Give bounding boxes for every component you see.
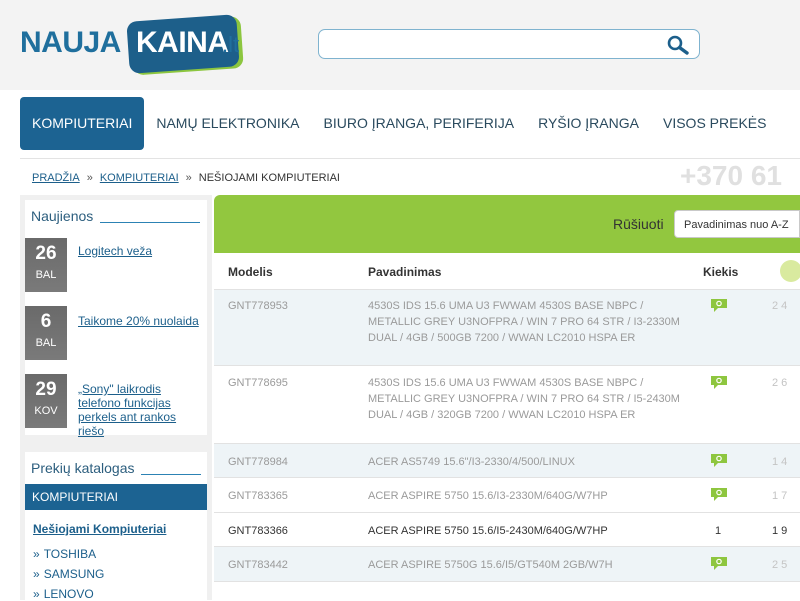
search-box — [318, 29, 700, 59]
column-header-modelis[interactable]: Modelis — [228, 265, 273, 279]
table-row[interactable]: GNT783442 ACER ASPIRE 5750G 15.6/I5/GT54… — [214, 547, 800, 582]
nav-item-biuro-iranga[interactable]: BIURO ĮRANGA, PERIFERIJA — [312, 97, 527, 150]
catalog-panel: Prekių katalogas KOMPIUTERIAI Nešiojami … — [25, 452, 207, 601]
catalog-brand-label: SAMSUNG — [43, 567, 105, 581]
catalog-brand-label: TOSHIBA — [43, 547, 97, 561]
breadcrumb: PRADŽIA » KOMPIUTERIAI » NEŠIOJAMI KOMPIUTER… — [32, 172, 340, 184]
news-panel: Naujienos 26 BAL Logitech veža 6 BAL Tai… — [25, 200, 207, 438]
breadcrumb-kompiuteriai[interactable]: KOMPIUTERIAI — [100, 172, 179, 184]
cell-model: GNT778695 — [228, 377, 288, 389]
date-badge: 6 BAL — [25, 306, 67, 360]
cell-model: GNT778984 — [228, 456, 288, 468]
catalog-title: Prekių katalogas — [31, 460, 135, 476]
nav-item-kompiuteriai[interactable]: KOMPIUTERIAI — [20, 97, 145, 150]
breadcrumb-separator: » — [185, 172, 192, 184]
date-day: 6 — [40, 311, 52, 332]
nav-item-rysio-iranga[interactable]: RYŠIO ĮRANGA — [526, 97, 651, 150]
catalog-brand[interactable]: » SAMSUNG — [33, 567, 104, 581]
cell-model: GNT783365 — [228, 490, 288, 502]
search-icon[interactable] — [667, 35, 689, 55]
catalog-active-category[interactable]: KOMPIUTERIAI — [25, 484, 207, 510]
chat-bubble-icon[interactable] — [710, 556, 728, 570]
table-header: Modelis Pavadinimas Kiekis — [214, 253, 800, 290]
main-content: Rūšiuoti Pavadinimas nuo A-Z Modelis Pav… — [214, 195, 800, 600]
nav-item-visos-prekes[interactable]: VISOS PREKĖS — [651, 97, 778, 150]
arrow-icon: » — [33, 567, 40, 581]
search-input[interactable] — [327, 34, 651, 56]
table-row[interactable]: GNT783365 ACER ASPIRE 5750 15.6/I3-2330M… — [214, 478, 800, 513]
cell-model: GNT778953 — [228, 300, 288, 312]
sort-label: Rūšiuoti — [613, 216, 664, 232]
sort-bar: Rūšiuoti Pavadinimas nuo A-Z — [214, 195, 800, 253]
date-month: BAL — [35, 269, 57, 281]
logo-text-suffix: .lt — [222, 32, 240, 57]
table-row[interactable]: GNT778695 4530S IDS 15.6 UMA U3 FWWAM 45… — [214, 366, 800, 444]
chat-bubble-icon[interactable] — [710, 375, 728, 389]
date-day: 26 — [35, 243, 57, 264]
date-badge: 26 BAL — [25, 238, 67, 292]
breadcrumb-current: NEŠIOJAMI KOMPIUTERIAI — [198, 172, 340, 184]
logo-text-kaina: KAINA — [136, 26, 229, 59]
cell-name: ACER AS5749 15.6"/I3-2330/4/500/LINUX — [368, 456, 575, 468]
sort-select[interactable]: Pavadinimas nuo A-Z — [674, 210, 800, 238]
cell-name: ACER ASPIRE 5750 15.6/I5-2430M/640G/W7HP — [368, 525, 608, 537]
cell-name: ACER ASPIRE 5750G 15.6/I5/GT540M 2GB/W7H — [368, 559, 613, 571]
cell-name: 4530S IDS 15.6 UMA U3 FWWAM 4530S BASE N… — [368, 377, 680, 421]
catalog-brand-label: LENOVO — [43, 587, 94, 601]
column-header-extra — [780, 260, 800, 282]
cell-extra: 1 7 — [772, 490, 788, 502]
catalog-brand[interactable]: » TOSHIBA — [33, 547, 96, 561]
chat-bubble-icon[interactable] — [710, 298, 728, 312]
breadcrumb-separator: » — [86, 172, 93, 184]
column-header-kiekis[interactable]: Kiekis — [703, 265, 738, 279]
cell-quantity: 1 — [715, 525, 722, 537]
logo-text-nauja: NAUJA — [20, 26, 121, 59]
arrow-icon: » — [33, 587, 40, 601]
breadcrumb-home[interactable]: PRADŽIA — [32, 172, 80, 184]
main-nav: KOMPIUTERIAI NAMŲ ELEKTRONIKA BIURO ĮRAN… — [20, 97, 778, 150]
news-title: Naujienos — [31, 208, 94, 224]
cell-extra: 2 6 — [772, 377, 788, 389]
news-link[interactable]: Logitech veža — [78, 244, 202, 258]
chat-bubble-icon[interactable] — [710, 487, 728, 501]
cell-name: ACER ASPIRE 5750 15.6/I3-2330M/640G/W7HP — [368, 490, 608, 502]
arrow-icon: » — [33, 547, 40, 561]
catalog-brand[interactable]: » LENOVO — [33, 587, 94, 601]
table-row[interactable]: GNT778984 ACER AS5749 15.6"/I3-2330/4/50… — [214, 444, 800, 478]
date-badge: 29 KOV — [25, 374, 67, 428]
cell-extra: 1 4 — [772, 456, 788, 468]
catalog-subcategory[interactable]: Nešiojami Kompiuteriai — [33, 522, 166, 536]
news-title-underline — [100, 222, 200, 223]
date-month: KOV — [34, 405, 58, 417]
sidebar: Naujienos 26 BAL Logitech veža 6 BAL Tai… — [20, 195, 212, 601]
cell-extra: 2 4 — [772, 300, 788, 312]
news-link[interactable]: „Sony" laikrodis telefono funkcijas perk… — [78, 382, 202, 438]
cell-extra: 1 9 — [772, 525, 788, 537]
phone-number: +370 61 — [680, 160, 782, 191]
table-row[interactable]: GNT778953 4530S IDS 15.6 UMA U3 FWWAM 45… — [214, 290, 800, 366]
nav-item-namu-elektronika[interactable]: NAMŲ ELEKTRONIKA — [144, 97, 311, 150]
nav-divider — [20, 158, 800, 159]
date-day: 29 — [35, 379, 57, 400]
catalog-title-underline — [141, 474, 201, 475]
cell-name: 4530S IDS 15.6 UMA U3 FWWAM 4530S BASE N… — [368, 300, 680, 344]
cell-model: GNT783442 — [228, 559, 288, 571]
date-month: BAL — [35, 337, 57, 349]
cell-model: GNT783366 — [228, 525, 288, 537]
table-row[interactable]: GNT783366 ACER ASPIRE 5750 15.6/I5-2430M… — [214, 513, 800, 547]
cell-extra: 2 5 — [772, 559, 788, 571]
column-header-pavadinimas[interactable]: Pavadinimas — [368, 265, 441, 279]
news-link[interactable]: Taikome 20% nuolaida — [78, 314, 202, 328]
chat-bubble-icon[interactable] — [710, 453, 728, 467]
